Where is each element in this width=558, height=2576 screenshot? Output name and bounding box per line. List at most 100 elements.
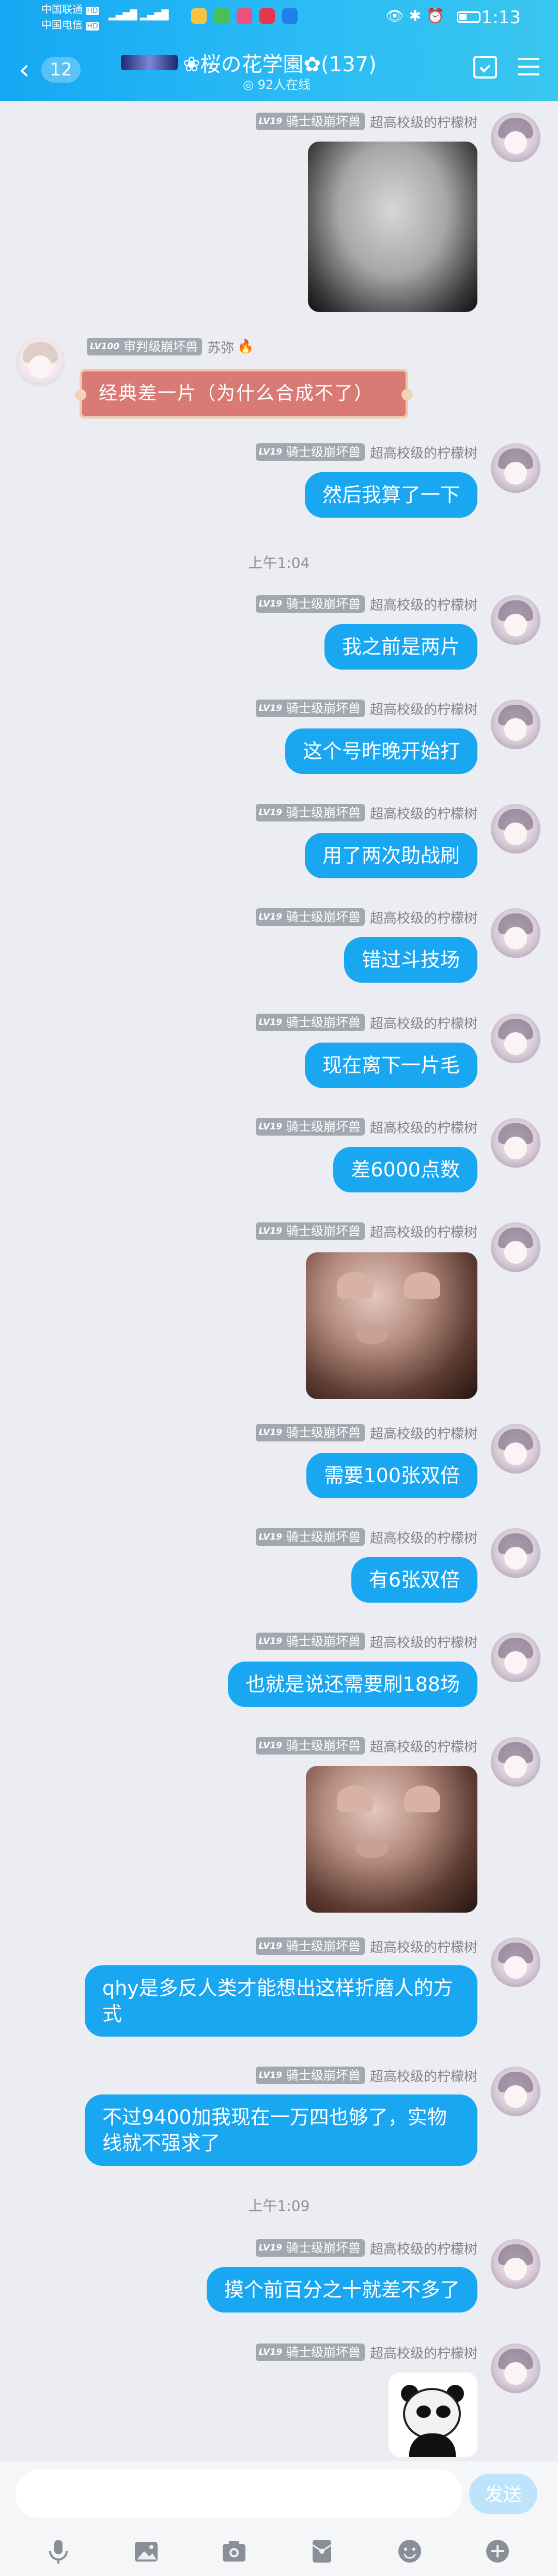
sender-name: 超高校级的柠檬树 [369, 1739, 477, 1755]
sticker-message[interactable]: 经典差一片（为什么合成不了） [75, 369, 413, 418]
calendar-check-icon[interactable] [473, 56, 497, 79]
sender-name: 超高校级的柠檬树 [369, 702, 477, 718]
level-tag: LV19 骑士级崩坏兽 [255, 1633, 365, 1650]
message-bubble[interactable]: 错过斗技场 [344, 937, 477, 983]
level-tag: LV19 骑士级崩坏兽 [255, 113, 365, 130]
message-bubble[interactable]: 也就是说还需要刷188场 [228, 1662, 477, 1707]
red-packet-icon[interactable] [307, 2537, 338, 2566]
app-icon [282, 8, 298, 24]
fire-icon: 🔥 [237, 339, 254, 354]
message-bubble[interactable]: 差6000点数 [333, 1147, 477, 1192]
level-tag: LV19 骑士级崩坏兽 [255, 2239, 365, 2257]
avatar[interactable] [491, 2067, 540, 2116]
message-input[interactable] [16, 2470, 462, 2518]
online-count: ◎ 92人在线 [243, 77, 311, 92]
pig-image[interactable] [306, 1252, 477, 1399]
sender-name: 超高校级的柠檬树 [369, 2241, 477, 2257]
system-icons: 👁✱⏰ [385, 7, 450, 24]
sender-meta: LV19 骑士级崩坏兽 超高校级的柠檬树 [255, 1221, 477, 1241]
avatar[interactable] [491, 443, 540, 493]
message-bubble[interactable]: 现在离下一片毛 [304, 1043, 477, 1088]
sender-meta: LV19 骑士级崩坏兽 超高校级的柠檬树 [255, 699, 477, 718]
message-bubble[interactable]: 需要100张双倍 [306, 1453, 477, 1498]
unread-count-badge[interactable]: 12 [41, 57, 81, 83]
avatar[interactable] [491, 1737, 540, 1787]
avatar[interactable] [491, 908, 540, 958]
menu-icon[interactable] [518, 58, 539, 81]
avatar[interactable] [491, 1118, 540, 1168]
avatar[interactable] [491, 1528, 540, 1578]
level-tag: LV19 骑士级崩坏兽 [255, 1528, 365, 1546]
back-icon[interactable]: ‹ [19, 56, 30, 84]
sender-name: 超高校级的柠檬树 [369, 1530, 477, 1546]
avatar[interactable] [491, 595, 540, 645]
avatar[interactable] [491, 113, 540, 162]
level-tag: LV19 骑士级崩坏兽 [255, 2067, 365, 2084]
sender-meta: LV19 骑士级崩坏兽 超高校级的柠檬树 [255, 2066, 477, 2085]
sender-meta: LV19 骑士级崩坏兽 超高校级的柠檬树 [255, 1117, 477, 1137]
panda-meme-image[interactable] [389, 2372, 477, 2457]
plus-icon[interactable] [483, 2537, 514, 2566]
emoji-icon[interactable] [395, 2537, 426, 2566]
input-area: 发送 [0, 2461, 558, 2576]
sender-name: 超高校级的柠檬树 [369, 597, 477, 613]
sender-name: 超高校级的柠檬树 [369, 445, 477, 461]
message-bubble[interactable]: 这个号昨晚开始打 [285, 728, 477, 774]
send-button[interactable]: 发送 [469, 2474, 537, 2514]
sender-name: 超高校级的柠檬树 [369, 1635, 477, 1651]
level-tag: LV19 骑士级崩坏兽 [255, 1737, 365, 1755]
message-bubble[interactable]: 不过9400加我现在一万四也够了，实物线就不强求了 [85, 2094, 477, 2166]
avatar[interactable] [16, 337, 65, 386]
avatar[interactable] [491, 2239, 540, 2289]
avatar[interactable] [491, 1014, 540, 1063]
avatar[interactable] [491, 1633, 540, 1682]
time-separator: 上午1:09 [248, 2197, 310, 2214]
level-tag: LV19 骑士级崩坏兽 [255, 1014, 365, 1031]
avatar[interactable] [491, 1424, 540, 1473]
message-bubble[interactable]: 我之前是两片 [324, 624, 477, 670]
level-tag: LV19 骑士级崩坏兽 [255, 908, 365, 926]
message-bubble[interactable]: qhy是多反人类才能想出这样折磨人的方式 [85, 1965, 477, 2037]
picture-icon[interactable] [132, 2537, 163, 2566]
message-bubble[interactable]: 然后我算了一下 [304, 472, 477, 518]
sender-meta: LV19 骑士级崩坏兽 超高校级的柠檬树 [255, 1736, 477, 1756]
group-title: ❀桜の花学園✿(137) [183, 53, 377, 76]
avatar[interactable] [491, 1222, 540, 1272]
message-bubble[interactable]: 用了两次助战刷 [304, 833, 477, 878]
camera-icon[interactable] [220, 2537, 251, 2566]
sender-meta: LV19 骑士级崩坏兽 超高校级的柠檬树 [255, 803, 477, 823]
level-tag: LV19 骑士级崩坏兽 [255, 2344, 365, 2361]
message-bubble[interactable]: 有6张双倍 [351, 1557, 477, 1603]
sender-meta: LV19 骑士级崩坏兽 超高校级的柠檬树 [255, 2238, 477, 2258]
sender-name: 超高校级的柠檬树 [369, 2069, 477, 2085]
level-tag: LV19 骑士级崩坏兽 [255, 700, 365, 717]
avatar[interactable] [491, 2344, 540, 2393]
group-title-row[interactable]: ❀桜の花学園✿(137) [121, 48, 431, 77]
sender-name: 超高校级的柠檬树 [369, 1426, 477, 1442]
level-tag: LV19 骑士级崩坏兽 [255, 595, 365, 613]
wechat-icon [214, 8, 229, 24]
level-tag: LV19 骑士级崩坏兽 [255, 443, 365, 461]
sender-name: 超高校级的柠檬树 [369, 2346, 477, 2362]
pig-image[interactable] [306, 1766, 477, 1913]
status-carrier2: 中国电信 HD [41, 19, 99, 31]
app-icon [237, 8, 252, 24]
voice-icon[interactable] [44, 2537, 75, 2566]
meme-image[interactable] [308, 142, 477, 312]
notification-icons [191, 8, 298, 24]
sender-meta: LV19 骑士级崩坏兽 超高校级的柠檬树 [255, 594, 477, 614]
sender-meta: LV19 骑士级崩坏兽 超高校级的柠檬树 [255, 1013, 477, 1032]
message-bubble[interactable]: 摸个前百分之十就差不多了 [206, 2267, 477, 2313]
level-tag: LV19 骑士级崩坏兽 [255, 1222, 365, 1240]
avatar[interactable] [491, 804, 540, 854]
sender-meta: LV100 审判级崩坏兽 苏弥 🔥 [87, 337, 254, 356]
sender-meta: LV19 骑士级崩坏兽 超高校级的柠檬树 [255, 1632, 477, 1651]
avatar[interactable] [491, 700, 540, 749]
avatar[interactable] [491, 1937, 540, 1987]
sender-name: 超高校级的柠檬树 [369, 806, 477, 822]
sender-meta: LV19 骑士级崩坏兽 超高校级的柠檬树 [255, 2342, 477, 2362]
sender-name: 超高校级的柠檬树 [369, 1224, 477, 1240]
status-carrier1: 中国联通 HD [41, 3, 99, 15]
input-toolbar [0, 2537, 558, 2566]
sender-name: 超高校级的柠檬树 [369, 1120, 477, 1136]
